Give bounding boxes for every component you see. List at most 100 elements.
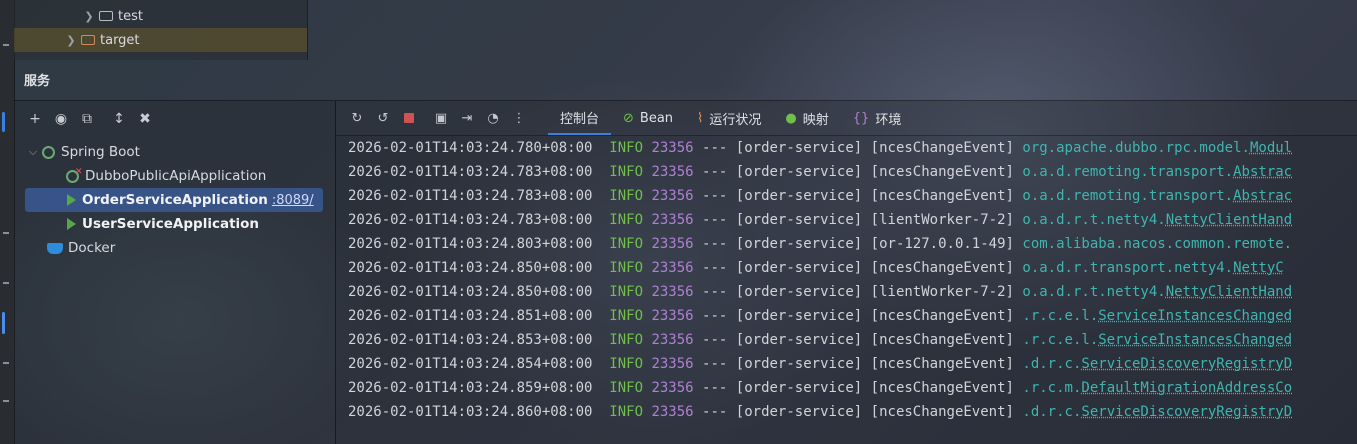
log-timestamp: 2026-02-01T14:03:24.851+08:00 (348, 308, 593, 324)
chevron-right-icon[interactable]: ❯ (64, 34, 78, 47)
log-pid: 23356 (651, 308, 694, 324)
log-separator: --- (702, 308, 728, 324)
tab-health[interactable]: ⌇ 运行状况 (685, 101, 773, 135)
run-icon (67, 218, 76, 230)
service-item-order-service[interactable]: OrderServiceApplication :8089/ (25, 188, 323, 212)
services-tree-panel: + ◉ ⧉ ↕ ✖ ⌵ Spring Boot ✕ DubboPublicApi… (14, 101, 336, 444)
services-group-spring-boot[interactable]: ⌵ Spring Boot (26, 140, 140, 164)
log-logger-link[interactable]: ServiceInstancesChanged (1098, 332, 1292, 348)
log-timestamp: 2026-02-01T14:03:24.803+08:00 (348, 236, 593, 252)
log-app-name: [order-service] (735, 404, 863, 420)
strip-icon[interactable] (3, 232, 9, 234)
log-separator: --- (702, 260, 728, 276)
more-options-icon[interactable]: ⋮ (506, 108, 532, 128)
tab-label: 运行状况 (709, 112, 762, 128)
tab-label: Bean (639, 110, 674, 126)
log-logger-link[interactable]: NettyC (1233, 260, 1284, 276)
camera-icon[interactable]: ▣ (428, 108, 454, 128)
collapse-all-icon[interactable]: ✖ (132, 109, 158, 129)
log-level: INFO (609, 236, 644, 252)
chevron-right-icon[interactable]: ❯ (82, 10, 96, 23)
gauge-icon[interactable]: ◔ (480, 108, 506, 128)
log-logger: .r.c.e.l.ServiceInstancesChanged (1022, 308, 1292, 324)
log-separator: --- (702, 356, 728, 372)
health-icon: ⌇ (697, 110, 704, 126)
run-icon (67, 194, 76, 206)
log-logger-link[interactable]: ServiceDiscoveryRegistryD (1081, 404, 1292, 420)
chevron-down-icon[interactable]: ⌵ (26, 145, 40, 159)
services-group-docker[interactable]: Docker (45, 236, 115, 260)
log-line: 2026-02-01T14:03:24.780+08:00 INFO 23356… (348, 136, 1292, 160)
log-pid: 23356 (651, 284, 694, 300)
strip-services-indicator[interactable] (2, 312, 5, 334)
log-logger-link[interactable]: ServiceDiscoveryRegistryD (1081, 356, 1292, 372)
log-logger-link[interactable]: ServiceInstancesChanged (1098, 308, 1292, 324)
services-toolbar: + ◉ ⧉ ↕ ✖ (22, 109, 158, 129)
log-logger-link[interactable]: Abstrac (1233, 188, 1292, 204)
log-logger-link[interactable]: Modul (1250, 140, 1292, 156)
log-logger-link[interactable]: DefaultMigrationAddressCo (1081, 380, 1292, 396)
log-pid: 23356 (651, 404, 694, 420)
log-logger-prefix: .r.c.m. (1022, 380, 1082, 396)
log-logger-link[interactable]: Abstrac (1233, 164, 1292, 180)
log-timestamp: 2026-02-01T14:03:24.859+08:00 (348, 380, 593, 396)
log-logger-prefix: .d.r.c. (1022, 356, 1082, 372)
eye-icon[interactable]: ◉ (48, 109, 74, 129)
tab-console[interactable]: 控制台 (548, 101, 612, 135)
log-app-name: [order-service] (735, 260, 863, 276)
tree-item-label: target (100, 32, 140, 48)
login-icon[interactable]: ⇥ (454, 108, 480, 128)
strip-icon[interactable] (3, 44, 9, 46)
tab-label: 环境 (875, 112, 902, 128)
log-separator: --- (702, 212, 728, 228)
add-service-icon[interactable]: + (22, 109, 48, 129)
log-line: 2026-02-01T14:03:24.783+08:00 INFO 23356… (348, 184, 1292, 208)
tab-label: 映射 (802, 112, 829, 128)
strip-active-indicator (2, 112, 5, 132)
tree-item-label: test (118, 8, 143, 24)
log-timestamp: 2026-02-01T14:03:24.853+08:00 (348, 332, 593, 348)
log-logger: .r.c.m.DefaultMigrationAddressCo (1022, 380, 1292, 396)
log-line: 2026-02-01T14:03:24.783+08:00 INFO 23356… (348, 160, 1292, 184)
left-tool-strip (0, 0, 15, 444)
mapping-icon: ● (785, 110, 797, 126)
log-thread: [ncesChangeEvent] (870, 404, 1014, 420)
log-app-name: [order-service] (735, 164, 863, 180)
log-app-name: [order-service] (735, 140, 863, 156)
service-port-link[interactable]: :8089/ (272, 193, 314, 208)
log-line: 2026-02-01T14:03:24.859+08:00 INFO 23356… (348, 376, 1292, 400)
log-level: INFO (609, 404, 644, 420)
strip-icon[interactable] (3, 282, 9, 284)
log-logger-prefix: o.a.d.remoting.transport. (1022, 164, 1234, 180)
log-app-name: [order-service] (735, 356, 863, 372)
rerun-debug-icon[interactable]: ↺ (370, 108, 396, 128)
expand-all-icon[interactable]: ↕ (106, 109, 132, 129)
log-level: INFO (609, 284, 644, 300)
bean-icon: ⊘ (623, 110, 634, 126)
log-logger-link[interactable]: NettyClientHand (1166, 284, 1292, 300)
log-thread: [ncesChangeEvent] (870, 308, 1014, 324)
log-app-name: [order-service] (735, 212, 863, 228)
tree-item-test[interactable]: ❯ test (82, 4, 307, 28)
console-output[interactable]: 2026-02-01T14:03:24.780+08:00 INFO 23356… (336, 136, 1357, 444)
log-line: 2026-02-01T14:03:24.850+08:00 INFO 23356… (348, 256, 1284, 280)
strip-icon[interactable] (3, 362, 9, 364)
log-logger-prefix: .r.c.e.l. (1022, 308, 1099, 324)
log-logger: o.a.d.r.transport.netty4.NettyC (1022, 260, 1283, 276)
stop-icon[interactable] (396, 108, 422, 128)
strip-icon[interactable] (3, 400, 9, 402)
log-logger-prefix: o.a.d.remoting.transport. (1022, 188, 1234, 204)
log-logger-link[interactable]: NettyClientHand (1166, 212, 1292, 228)
log-app-name: [order-service] (735, 188, 863, 204)
tree-item-target[interactable]: ❯ target (14, 28, 307, 52)
service-label: DubboPublicApiApplication (85, 168, 267, 184)
rerun-icon[interactable]: ↻ (344, 108, 370, 128)
tab-mapping[interactable]: ● 映射 (773, 101, 840, 135)
log-logger: o.a.d.r.t.netty4.NettyClientHand (1022, 212, 1292, 228)
tab-bean[interactable]: ⊘ Bean (611, 101, 685, 135)
log-app-name: [order-service] (735, 236, 863, 252)
service-item-dubbo-public-api[interactable]: ✕ DubboPublicApiApplication (64, 164, 266, 188)
tab-env[interactable]: {} 环境 (841, 101, 914, 135)
new-group-icon[interactable]: ⧉ (74, 109, 100, 129)
service-item-user-service[interactable]: UserServiceApplication (65, 212, 259, 236)
